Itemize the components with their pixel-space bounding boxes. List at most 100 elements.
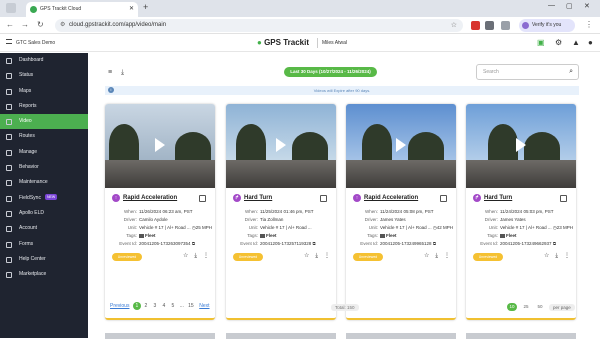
new-tab-icon[interactable]: + bbox=[143, 2, 148, 12]
copy-icon[interactable]: ⧉ bbox=[192, 241, 195, 246]
browser-tab[interactable]: GPS Trackit Cloud ✕ bbox=[26, 2, 138, 17]
star-icon[interactable]: ☆ bbox=[183, 253, 188, 259]
maintenance-icon bbox=[6, 180, 12, 187]
star-icon[interactable]: ☆ bbox=[304, 253, 309, 259]
star-icon[interactable]: ☆ bbox=[544, 253, 549, 259]
copy-icon[interactable]: ⧉ bbox=[433, 241, 436, 246]
page-number[interactable]: 5 bbox=[169, 302, 177, 310]
video-thumbnail[interactable] bbox=[466, 104, 576, 188]
video-card[interactable]: ↱ Hard Turn When: 11/25/2024 01:46 pm, PST D… bbox=[226, 104, 336, 320]
sidebar-item-label: Status bbox=[19, 72, 34, 79]
play-icon[interactable] bbox=[276, 138, 286, 152]
minimize-icon[interactable]: — bbox=[548, 2, 555, 9]
extensions-puzzle-icon[interactable] bbox=[501, 21, 510, 30]
profile-button[interactable]: Verify it's you bbox=[519, 19, 575, 32]
sidebar-item-behavior[interactable]: Behavior bbox=[0, 160, 88, 175]
next-page-link[interactable]: Next bbox=[199, 303, 209, 309]
page-ellipsis: ... bbox=[179, 303, 184, 309]
user-icon[interactable]: ● bbox=[588, 38, 593, 47]
sidebar-item-apollo-eld[interactable]: Apollo ELD bbox=[0, 206, 88, 221]
more-icon[interactable]: ⋮ bbox=[444, 253, 450, 259]
video-card[interactable]: ↱ Hard Turn When: 11/24/2024 05:03 pm, PST D… bbox=[466, 104, 576, 320]
sidebar-item-label: Reports bbox=[19, 102, 37, 109]
sidebar-item-help-center[interactable]: Help Center bbox=[0, 252, 88, 267]
page-number[interactable]: 4 bbox=[160, 302, 168, 310]
page-number[interactable]: 15 bbox=[187, 302, 195, 310]
page-number[interactable]: 2 bbox=[142, 302, 150, 310]
site-info-icon[interactable]: ⚙ bbox=[60, 19, 65, 32]
per-page-option[interactable]: 50 bbox=[535, 303, 545, 311]
select-checkbox[interactable] bbox=[560, 195, 567, 202]
notification-bell-icon[interactable]: ▲ bbox=[572, 38, 580, 47]
page-number[interactable]: 3 bbox=[151, 302, 159, 310]
per-page-option[interactable]: 25 bbox=[521, 303, 531, 311]
maximize-icon[interactable]: ▢ bbox=[566, 2, 573, 10]
sidebar-item-marketplace[interactable]: Marketplace bbox=[0, 267, 88, 282]
download-icon[interactable]: ⤓ bbox=[315, 253, 318, 259]
copy-icon[interactable]: ⧉ bbox=[553, 241, 556, 246]
status-badge[interactable]: Unreviewed bbox=[112, 253, 142, 261]
org-switcher[interactable]: GTC Sales Demo bbox=[6, 35, 55, 52]
sidebar-item-video[interactable]: Video bbox=[0, 114, 88, 130]
select-checkbox[interactable] bbox=[440, 195, 447, 202]
sidebar-item-routes[interactable]: Routes bbox=[0, 129, 88, 144]
sidebar-item-fieldsync[interactable]: FieldSync NEW bbox=[0, 191, 88, 206]
reload-icon[interactable]: ↻ bbox=[37, 20, 44, 30]
bookmark-star-icon[interactable]: ☆ bbox=[451, 19, 457, 32]
tag-value: Fleet bbox=[386, 233, 397, 238]
sidebar-item-maps[interactable]: Maps bbox=[0, 84, 88, 99]
close-window-icon[interactable]: ✕ bbox=[584, 2, 590, 10]
chat-icon[interactable]: ▣ bbox=[537, 38, 545, 47]
forward-icon[interactable]: → bbox=[21, 20, 29, 30]
browser-menu-icon[interactable]: ⋮ bbox=[585, 20, 593, 29]
event-type-link[interactable]: ↱ Hard Turn bbox=[233, 194, 272, 203]
download-icon[interactable]: ⤓ bbox=[555, 253, 558, 259]
status-badge[interactable]: Unreviewed bbox=[353, 253, 383, 261]
copy-icon[interactable]: ⧉ bbox=[312, 241, 315, 246]
sidebar-item-status[interactable]: Status bbox=[0, 68, 88, 83]
date-range-chip[interactable]: Last 30 Days (10/27/2024 - 11/26/2024) bbox=[284, 67, 377, 77]
previous-page-link[interactable]: Previous bbox=[110, 303, 129, 309]
sidebar-item-dashboard[interactable]: Dashboard bbox=[0, 53, 88, 68]
more-icon[interactable]: ⋮ bbox=[203, 253, 209, 259]
star-icon[interactable]: ☆ bbox=[424, 253, 429, 259]
video-thumbnail[interactable] bbox=[346, 104, 456, 188]
more-icon[interactable]: ⋮ bbox=[324, 253, 330, 259]
video-card[interactable]: ↑ Rapid Acceleration When: 11/24/2024 05:08… bbox=[346, 104, 456, 320]
search-icon[interactable]: ⌕ bbox=[569, 65, 573, 79]
status-badge[interactable]: Unreviewed bbox=[473, 253, 503, 261]
close-tab-icon[interactable]: ✕ bbox=[129, 2, 134, 17]
download-icon[interactable]: ⤓ bbox=[435, 253, 438, 259]
more-icon[interactable]: ⋮ bbox=[564, 253, 570, 259]
select-checkbox[interactable] bbox=[199, 195, 206, 202]
sidebar-item-account[interactable]: Account bbox=[0, 221, 88, 236]
page-number[interactable]: 1 bbox=[132, 302, 141, 310]
back-icon[interactable]: ← bbox=[6, 20, 14, 30]
play-icon[interactable] bbox=[155, 138, 165, 152]
sidebar-item-reports[interactable]: Reports bbox=[0, 99, 88, 114]
select-checkbox[interactable] bbox=[320, 195, 327, 202]
sidebar-item-manage[interactable]: Manage bbox=[0, 145, 88, 160]
url-field[interactable]: ⚙ cloud.gpstrackit.com/app/video/main ☆ bbox=[55, 19, 463, 32]
video-thumbnail[interactable] bbox=[226, 104, 336, 188]
tab-search-icon[interactable] bbox=[6, 3, 16, 13]
search-input[interactable]: Search ⌕ bbox=[476, 64, 579, 80]
video-thumbnail[interactable] bbox=[105, 104, 215, 188]
event-type-link[interactable]: ↱ Hard Turn bbox=[473, 194, 512, 203]
video-card[interactable]: ↑ Rapid Acceleration When: 11/26/2024 06:23… bbox=[105, 104, 215, 320]
settings-icon[interactable]: ⚙ bbox=[555, 38, 562, 47]
extension-icon[interactable] bbox=[471, 21, 480, 30]
per-page-option[interactable]: 10 bbox=[507, 303, 517, 311]
filter-icon[interactable]: ≡ bbox=[108, 69, 112, 76]
event-type-link[interactable]: ↑ Rapid Acceleration bbox=[112, 194, 177, 203]
sidebar-item-forms[interactable]: Forms bbox=[0, 237, 88, 252]
status-badge[interactable]: Unreviewed bbox=[233, 253, 263, 261]
event-type-link[interactable]: ↑ Rapid Acceleration bbox=[353, 194, 418, 203]
sidebar-item-maintenance[interactable]: Maintenance bbox=[0, 175, 88, 190]
download-icon[interactable]: ⤓ bbox=[194, 253, 197, 259]
play-icon[interactable] bbox=[516, 138, 526, 152]
play-icon[interactable] bbox=[396, 138, 406, 152]
tags-label: Tags: bbox=[126, 233, 137, 238]
download-icon[interactable]: ⤓ bbox=[121, 69, 124, 77]
extension-icon[interactable] bbox=[485, 21, 494, 30]
